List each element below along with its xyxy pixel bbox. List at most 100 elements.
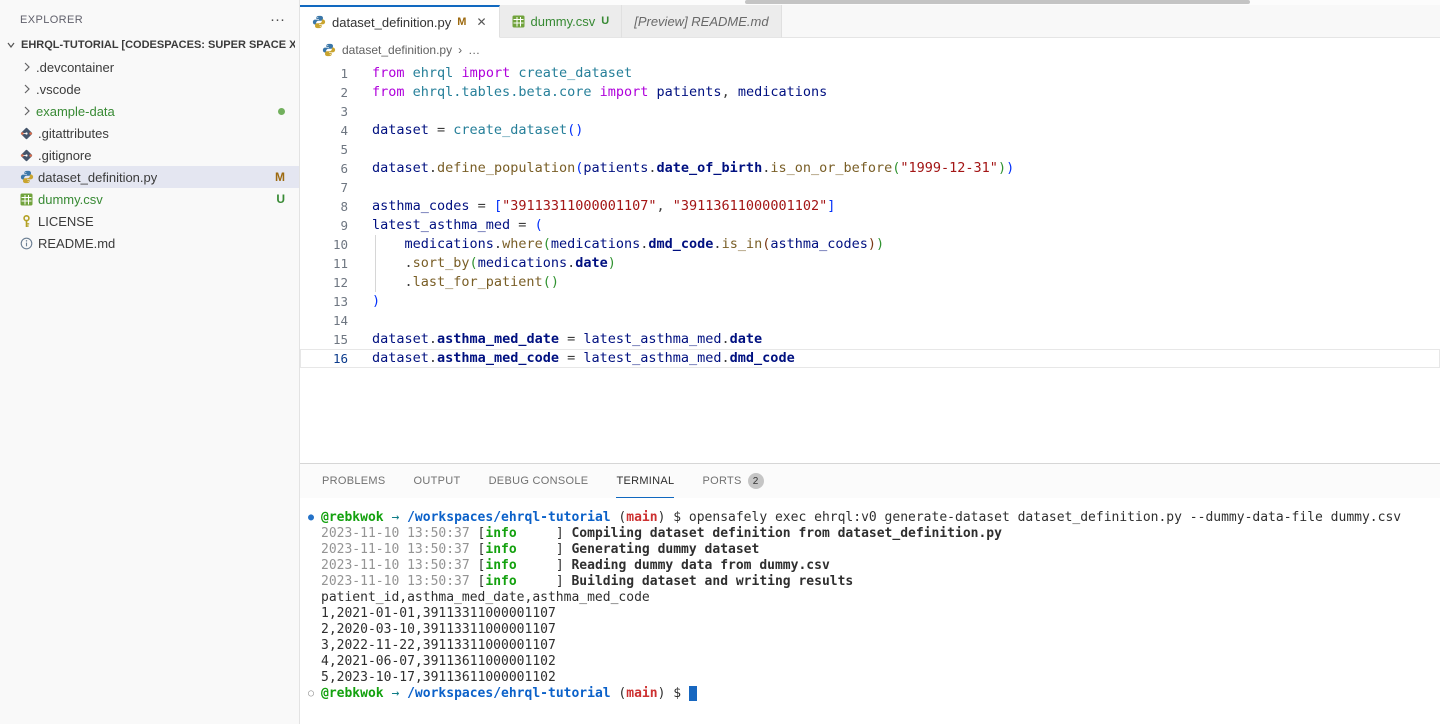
line-number: 11 [300,254,348,273]
line-number: 2 [300,83,348,102]
line-number: 6 [300,159,348,178]
code-line-13[interactable]: 13) [300,292,1440,311]
changes-dot-badge [278,100,285,122]
line-number: 7 [300,178,348,197]
code-line-15[interactable]: 15dataset.asthma_med_date = latest_asthm… [300,330,1440,349]
code-line-8[interactable]: 8asthma_codes = ["39113311000001107", "3… [300,197,1440,216]
close-icon[interactable]: ✕ [476,15,486,29]
editor-tab-dataset-definition-py[interactable]: dataset_definition.pyM✕ [300,5,500,38]
line-number: 16 [300,349,348,368]
python-icon [312,15,326,29]
code-line-1[interactable]: 1from ehrql import create_dataset [300,64,1440,83]
breadcrumb-separator-icon: › [458,43,462,57]
command-decoration-icon: ● [308,510,321,526]
terminal-line-3: 2023-11-10 13:50:37 [info ] Generating d… [308,542,1440,558]
code-line-7[interactable]: 7 [300,178,1440,197]
file-tree-item-license[interactable]: LICENSE [0,210,299,232]
terminal-gutter [308,574,321,590]
line-number: 14 [300,311,348,330]
ports-count-badge: 2 [748,473,764,489]
workspace-root-folder[interactable]: EHRQL-TUTORIAL [CODESPACES: SUPER SPACE … [0,34,299,56]
terminal[interactable]: ●@rebkwok → /workspaces/ehrql-tutorial (… [300,498,1440,724]
line-number: 12 [300,273,348,292]
code-line-5[interactable]: 5 [300,140,1440,159]
code-text [372,140,1440,159]
file-tree-item-dataset-definition-py[interactable]: dataset_definition.py M [0,166,299,188]
tab-label: [Preview] README.md [634,14,768,29]
code-text: latest_asthma_med = ( [372,216,1440,235]
code-line-2[interactable]: 2from ehrql.tables.beta.core import pati… [300,83,1440,102]
code-line-3[interactable]: 3 [300,102,1440,121]
code-line-12[interactable]: 12 .last_for_patient() [300,273,1440,292]
bottom-panel: PROBLEMS OUTPUT DEBUG CONSOLE TERMINAL PORTS… [300,463,1440,724]
command-decoration-icon: ○ [308,686,321,702]
breadcrumb-file[interactable]: dataset_definition.py [342,43,452,57]
file-tree-item-dummy-csv[interactable]: dummy.csvU [0,188,299,210]
code-line-6[interactable]: 6 dataset.define_population(patients.date… [300,159,1440,178]
file-tree-item--vscode[interactable]: .vscode [0,78,299,100]
line-number: 5 [300,140,348,159]
tab-scrollbar-thumb[interactable] [745,0,1250,4]
panel-tab-label: PORTS [702,464,741,498]
tabbar-scroll-area [300,0,1440,5]
panel-tab-debug-console[interactable]: DEBUG CONSOLE [489,464,589,498]
indent-guide [375,254,376,273]
code-line-4[interactable]: 4dataset = create_dataset() [300,121,1440,140]
terminal-cursor [689,686,697,701]
more-actions-icon[interactable]: ··· [270,15,285,25]
panel-tab-problems[interactable]: PROBLEMS [322,464,386,498]
panel-tab-label: TERMINAL [616,464,674,498]
code-text: dataset.define_population(patients.date_… [372,159,1440,178]
editor-tab-dummy-csv[interactable]: dummy.csv U [500,5,623,38]
line-number: 9 [300,216,348,235]
python-file-icon [322,43,336,57]
file-label: .gitattributes [38,126,109,141]
code-line-11[interactable]: 11 .sort_by(medications.date) [300,254,1440,273]
panel-tab-label: PROBLEMS [322,464,386,498]
tab-bar-empty-space [782,5,1440,38]
terminal-line-4: 2023-11-10 13:50:37 [info ] Reading dumm… [308,558,1440,574]
file-tree-item-readme-md[interactable]: README.md [0,232,299,254]
git-status-badge: U [276,188,285,210]
git-status-badge: M [275,166,285,188]
panel-tab-terminal[interactable]: TERMINAL [616,464,674,498]
git-status-badge: U [601,15,609,27]
terminal-gutter [308,590,321,606]
terminal-gutter [308,622,321,638]
code-line-16[interactable]: 16dataset.asthma_med_code = latest_asthm… [300,349,1440,368]
panel-tab-output[interactable]: OUTPUT [414,464,461,498]
code-editor[interactable]: 1from ehrql import create_dataset2from e… [300,62,1440,463]
terminal-gutter [308,542,321,558]
code-line-9[interactable]: 9 latest_asthma_med = ( [300,216,1440,235]
code-text [372,102,1440,121]
workspace-label: EHRQL-TUTORIAL [CODESPACES: SUPER SPACE … [21,39,295,51]
line-number: 4 [300,121,348,140]
breadcrumb[interactable]: dataset_definition.py › … [300,38,1440,62]
tab-label: dummy.csv [531,14,596,29]
line-number: 8 [300,197,348,216]
file-label: .gitignore [38,148,91,163]
code-text [372,178,1440,197]
code-line-10[interactable]: 10 medications.where(medications.dmd_cod… [300,235,1440,254]
file-tree-item-example-data[interactable]: example-data [0,100,299,122]
terminal-gutter [308,606,321,622]
terminal-line-1: ●@rebkwok → /workspaces/ehrql-tutorial (… [308,510,1440,526]
indent-guide [375,235,376,254]
git-icon [20,127,38,140]
chevron-right-icon [20,60,36,74]
file-tree-item--gitattributes[interactable]: .gitattributes [0,122,299,144]
terminal-gutter [308,558,321,574]
terminal-line-6: patient_id,asthma_med_date,asthma_med_co… [308,590,1440,606]
file-tree-item--gitignore[interactable]: .gitignore [0,144,299,166]
file-tree-item--devcontainer[interactable]: .devcontainer [0,56,299,78]
editor-tab--preview-readme-md[interactable]: [Preview] README.md [622,5,781,38]
terminal-line-2: 2023-11-10 13:50:37 [info ] Compiling da… [308,526,1440,542]
info-icon [20,237,38,250]
editor-group: dataset_definition.pyM✕ dummy.csv U [Previe… [300,0,1440,724]
line-number: 13 [300,292,348,311]
file-label: dataset_definition.py [38,170,157,185]
code-line-14[interactable]: 14 [300,311,1440,330]
breadcrumb-more[interactable]: … [468,43,480,57]
panel-tab-ports[interactable]: PORTS 2 [702,464,763,498]
terminal-gutter [308,638,321,654]
